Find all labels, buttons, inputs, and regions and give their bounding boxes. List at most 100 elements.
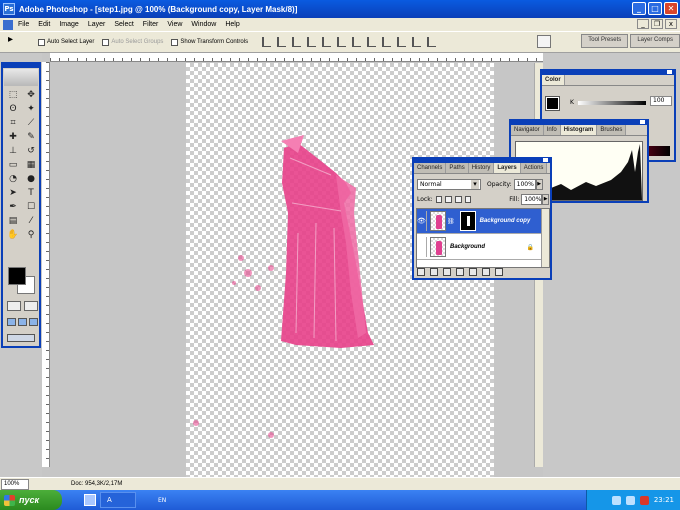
align-center-icon[interactable]	[322, 37, 332, 47]
k-value-field[interactable]: 100	[650, 96, 672, 106]
layer-mask-thumbnail[interactable]	[459, 211, 476, 231]
path-selection-tool-icon[interactable]: ➤	[5, 187, 21, 200]
jump-to-imageready-icon[interactable]	[7, 334, 35, 342]
tab-layers[interactable]: Layers	[494, 163, 521, 173]
tab-info[interactable]: Info	[543, 125, 561, 135]
tab-histogram[interactable]: Histogram	[560, 125, 598, 135]
align-left-icon[interactable]	[307, 37, 317, 47]
magic-wand-tool-icon[interactable]: ✦	[23, 103, 39, 116]
palette-toggle-button[interactable]	[537, 35, 551, 48]
menu-file[interactable]: File	[18, 21, 29, 28]
tray-volume-icon[interactable]	[625, 495, 635, 505]
menu-select[interactable]: Select	[114, 21, 133, 28]
tab-navigator[interactable]: Navigator	[511, 125, 544, 135]
layer-row-background[interactable]: Background 🔒	[417, 235, 542, 260]
slice-tool-icon[interactable]: ⟋	[23, 117, 39, 130]
gradient-tool-icon[interactable]: ▦	[23, 159, 39, 172]
auto-select-layer-checkbox[interactable]: Auto Select Layer	[38, 38, 94, 46]
maximize-button[interactable]: □	[648, 2, 662, 15]
tab-brushes[interactable]: Brushes	[597, 125, 627, 135]
align-top-icon[interactable]	[262, 37, 272, 47]
lock-all-icon[interactable]	[464, 196, 472, 203]
adjustment-layer-icon[interactable]	[456, 268, 464, 276]
menu-layer[interactable]: Layer	[88, 21, 106, 28]
menu-help[interactable]: Help	[225, 21, 239, 28]
opacity-slider-button[interactable]: ▶	[535, 179, 543, 190]
layer-thumbnail[interactable]	[430, 237, 446, 257]
checkbox-box[interactable]	[102, 38, 110, 46]
start-button[interactable]: пуск	[0, 490, 62, 510]
photoshop-feather-logo[interactable]	[4, 69, 38, 86]
doc-restore-button[interactable]: ❐	[651, 19, 663, 29]
layer-name[interactable]: Background copy	[480, 218, 531, 224]
delete-layer-icon[interactable]	[495, 268, 503, 276]
eraser-tool-icon[interactable]: ▭	[5, 159, 21, 172]
brush-tool-icon[interactable]: ✎	[23, 131, 39, 144]
tab-color[interactable]: Color	[542, 75, 565, 85]
document-info[interactable]: Doc: 954,3K/2,17M	[71, 481, 122, 487]
shape-tool-icon[interactable]: ☐	[23, 201, 39, 214]
align-bottom-icon[interactable]	[292, 37, 302, 47]
vertical-ruler[interactable]	[42, 62, 50, 467]
palette-close-icon[interactable]	[667, 70, 672, 74]
checkbox-box[interactable]	[38, 38, 45, 46]
lock-position-icon[interactable]	[454, 196, 462, 203]
layer-thumbnail[interactable]	[430, 211, 446, 231]
photoshop-app-icon[interactable]: Ps	[3, 3, 15, 15]
close-button[interactable]: ✕	[664, 2, 678, 15]
menu-edit[interactable]: Edit	[38, 21, 50, 28]
taskbar-photoshop-button[interactable]: A	[100, 492, 136, 508]
new-group-icon[interactable]	[469, 268, 477, 276]
doc-close-button[interactable]: x	[665, 19, 677, 29]
doc-minimize-button[interactable]: _	[637, 19, 649, 29]
menu-view[interactable]: View	[167, 21, 182, 28]
zoom-tool-icon[interactable]: ⚲	[23, 229, 39, 242]
tab-paths[interactable]: Paths	[446, 163, 469, 173]
standard-mode-button[interactable]	[7, 301, 21, 311]
tab-layer-comps[interactable]: Layer Comps	[630, 34, 680, 48]
fill-slider-button[interactable]: ▶	[542, 194, 550, 205]
quick-launch-icon[interactable]	[84, 494, 96, 506]
show-transform-controls-checkbox[interactable]: Show Transform Controls	[171, 38, 248, 46]
marquee-tool-icon[interactable]: ⬚	[5, 89, 21, 102]
layer-name[interactable]: Background	[450, 244, 485, 250]
link-chain-icon[interactable]: ⛓	[447, 218, 455, 225]
tab-tool-presets[interactable]: Tool Presets	[581, 34, 629, 48]
distribute-right-icon[interactable]	[427, 37, 437, 47]
tab-actions[interactable]: Actions	[520, 163, 548, 173]
full-screen-mode-icon[interactable]	[29, 318, 38, 326]
foreground-color-swatch[interactable]	[8, 267, 26, 285]
menu-image[interactable]: Image	[59, 21, 78, 28]
type-tool-icon[interactable]: T	[23, 187, 39, 200]
visibility-toggle[interactable]	[417, 237, 427, 257]
layers-scrollbar[interactable]	[541, 209, 549, 267]
eyedropper-tool-icon[interactable]: ⁄	[23, 215, 39, 228]
menu-filter[interactable]: Filter	[143, 21, 159, 28]
distribute-left-icon[interactable]	[397, 37, 407, 47]
tray-network-icon[interactable]	[611, 495, 621, 505]
color-foreground-swatch[interactable]	[545, 96, 560, 111]
horizontal-ruler[interactable]	[50, 53, 543, 62]
distribute-bottom-icon[interactable]	[382, 37, 392, 47]
new-layer-icon[interactable]	[482, 268, 490, 276]
add-mask-icon[interactable]	[443, 268, 451, 276]
distribute-middle-icon[interactable]	[367, 37, 377, 47]
standard-screen-mode-icon[interactable]	[7, 318, 16, 326]
link-layers-icon[interactable]	[417, 268, 425, 276]
k-slider[interactable]	[578, 101, 646, 105]
visibility-eye-icon[interactable]: 👁	[417, 211, 427, 231]
lock-image-icon[interactable]	[445, 196, 452, 203]
crop-tool-icon[interactable]: ⌗	[5, 117, 21, 130]
checkbox-box[interactable]	[171, 38, 179, 46]
menu-window[interactable]: Window	[191, 21, 216, 28]
language-indicator[interactable]: EN	[158, 497, 166, 504]
full-screen-menu-mode-icon[interactable]	[18, 318, 27, 326]
align-middle-icon[interactable]	[277, 37, 287, 47]
align-right-icon[interactable]	[337, 37, 347, 47]
history-brush-tool-icon[interactable]: ↺	[23, 145, 39, 158]
pen-tool-icon[interactable]: ✒	[5, 201, 21, 214]
lasso-tool-icon[interactable]: ʘ	[5, 103, 21, 116]
zoom-field[interactable]: 100%	[1, 478, 29, 490]
minimize-button[interactable]: _	[632, 2, 646, 15]
document-icon[interactable]	[3, 19, 13, 30]
